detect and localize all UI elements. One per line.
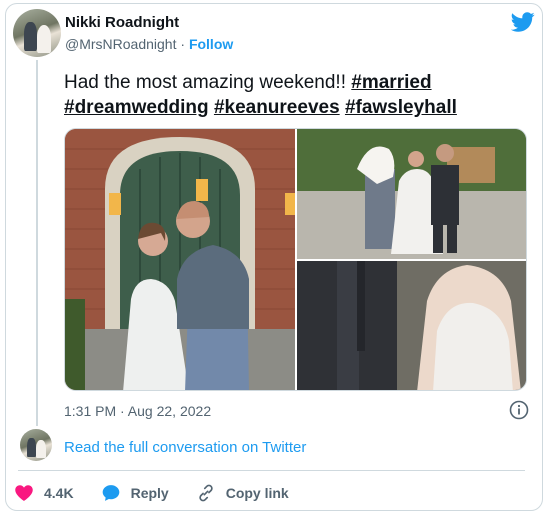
- conversation-avatar[interactable]: [20, 429, 52, 461]
- photo-couple-kiss[interactable]: [65, 129, 295, 390]
- tweet-actions: 4.4K Reply Copy link: [14, 481, 316, 505]
- handle-separator: ·: [180, 36, 186, 52]
- hashtag-dreamwedding[interactable]: #dreamwedding: [64, 97, 209, 118]
- info-icon[interactable]: [509, 400, 529, 420]
- media-grid: [64, 128, 527, 391]
- author-handle[interactable]: @MrsNRoadnight: [65, 36, 176, 52]
- tweet-text-plain: Had the most amazing weekend!!: [64, 72, 346, 93]
- hashtag-keanureeves[interactable]: #keanureeves: [214, 97, 340, 118]
- read-conversation-link[interactable]: Read the full conversation on Twitter: [64, 439, 306, 456]
- author-avatar[interactable]: [13, 9, 61, 57]
- twitter-bird-icon[interactable]: [511, 10, 535, 34]
- divider: [18, 470, 525, 471]
- like-count: 4.4K: [44, 485, 74, 501]
- reply-label: Reply: [130, 485, 169, 501]
- like-button[interactable]: 4.4K: [14, 483, 74, 503]
- reply-button[interactable]: Reply: [101, 483, 169, 503]
- thread-line: [36, 60, 38, 426]
- author-handle-line: @MrsNRoadnight · Follow: [65, 36, 233, 52]
- hashtag-married[interactable]: #married: [351, 72, 431, 93]
- heart-icon: [15, 485, 33, 501]
- photo-closeup[interactable]: [297, 261, 526, 390]
- author-name[interactable]: Nikki Roadnight: [65, 14, 179, 31]
- photo-group-standing[interactable]: [297, 129, 526, 259]
- copy-link-button[interactable]: Copy link: [196, 483, 289, 503]
- follow-button[interactable]: Follow: [189, 36, 233, 52]
- speech-bubble-icon: [102, 485, 119, 501]
- link-icon: [199, 484, 213, 502]
- tweet-text: Had the most amazing weekend!! #married …: [64, 70, 519, 120]
- copy-link-label: Copy link: [225, 485, 289, 501]
- tweet-timestamp[interactable]: 1:31 PM · Aug 22, 2022: [64, 403, 211, 419]
- hashtag-fawsleyhall[interactable]: #fawsleyhall: [345, 97, 457, 118]
